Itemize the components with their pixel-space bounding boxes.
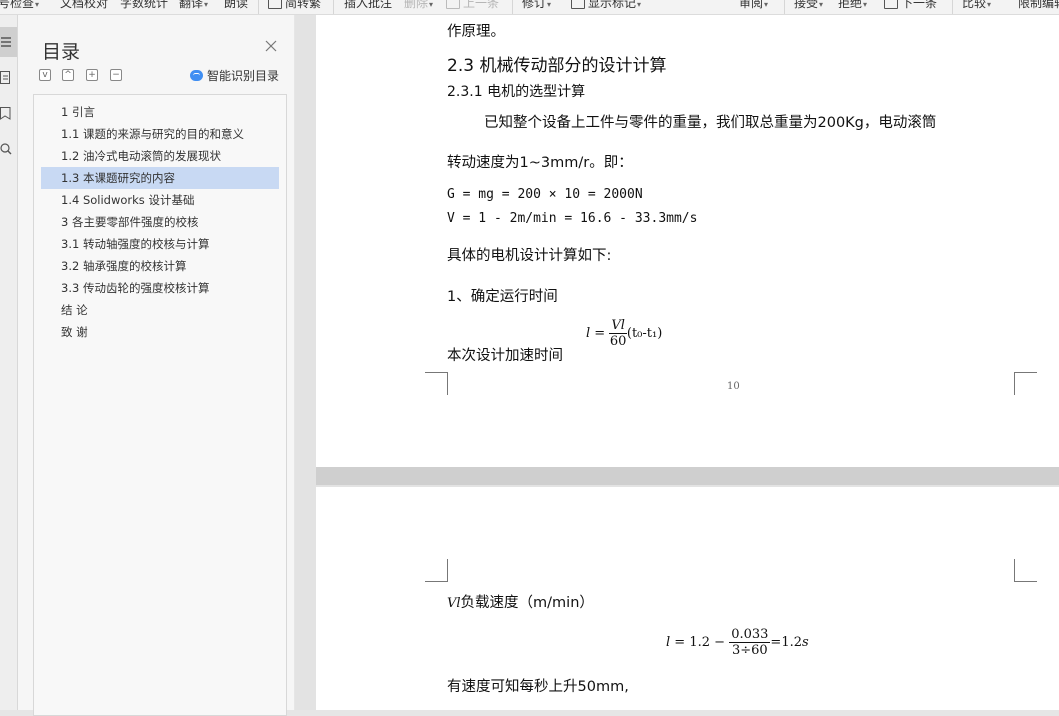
delete-comment-button[interactable]: 删除▾ [404,0,433,13]
document-canvas[interactable]: 作原理。 2.3 机械传动部分的设计计算 2.3.1 电机的选型计算 已知整个设… [295,15,1059,710]
close-icon[interactable] [264,39,278,53]
accept-button[interactable]: 接受▾ [794,0,823,13]
paragraph: 具体的电机设计计算如下: [447,248,612,264]
toc-list: 1 引言 1.1 课题的来源与研究的目的和意义 1.2 油冷式电动滚筒的发展现状… [33,94,287,716]
expand-up-button[interactable]: ^ [62,69,74,81]
read-aloud-button[interactable]: 朗读 [224,0,248,11]
document-page[interactable]: Vl负载速度（m/min） l = 1.2 − 0.033 3÷60 =1.2s 有… [316,487,1059,710]
toc-item[interactable]: 1.2 油冷式电动滚筒的发展现状 [41,145,279,167]
toc-panel: 目录 v ^ + − 智能识别目录 1 引言 1.1 课题的来源与研究的目的和意… [18,15,294,716]
track-changes-button[interactable]: 修订▾ [522,0,551,13]
review-button[interactable]: 审阅▾ [739,0,768,13]
find-icon [0,143,12,155]
smart-toc-button[interactable]: 智能识别目录 [190,67,279,84]
toc-item[interactable]: 结 论 [41,299,279,321]
insert-comment-button[interactable]: 插入批注 [344,0,392,11]
formula-line: V = 1 - 2m/min = 16.6 - 33.3mm/s [447,211,698,226]
paragraph: 已知整个设备上工件与零件的重量，我们取总重量为200Kg，电动滚筒 [484,115,937,131]
toc-item[interactable]: 3 各主要零部件强度的校核 [41,211,279,233]
text-fragment: 作原理。 [447,24,505,40]
paragraph: 有速度可知每秒上升50mm, [447,679,629,695]
page-separator [316,467,1059,485]
proofread-button[interactable]: 文档校对 [60,0,108,11]
paragraph: 本次设计加速时间 [447,348,563,364]
bookmark-button[interactable] [0,99,17,129]
previous-icon [446,0,460,9]
previous-comment-button[interactable]: 上一条 [446,0,499,11]
toc-item[interactable]: 3.1 转动轴强度的校核与计算 [41,233,279,255]
spell-check-button[interactable]: 号检查▾ [0,0,39,13]
paragraph: 1、确定运行时间 [447,289,558,305]
toc-item[interactable]: 3.2 轴承强度的校核计算 [41,255,279,277]
formula-line: G = mg = 200 × 10 = 2000N [447,187,643,202]
reject-button[interactable]: 拒绝▾ [838,0,867,13]
compare-button[interactable]: 比较▾ [962,0,991,13]
page-outline-icon [0,71,10,84]
find-button[interactable] [0,135,17,165]
smart-recognize-icon [190,70,203,81]
plus-icon: + [88,70,96,80]
chevron-down-icon: v [42,70,48,80]
remove-heading-button[interactable]: − [110,69,122,81]
navigation-rail [0,15,18,710]
toc-item[interactable]: 1 引言 [41,101,279,123]
section-heading: 2.3 机械传动部分的设计计算 [447,56,667,76]
paragraph: Vl负载速度（m/min） [447,595,594,611]
next-icon [884,0,898,9]
toc-item[interactable]: 致 谢 [41,321,279,343]
bookmark-icon [0,107,11,120]
next-change-button[interactable]: 下一条 [884,0,937,11]
toc-item-selected[interactable]: 1.3 本课题研究的内容 [41,167,279,189]
toc-panel-button[interactable] [0,27,17,57]
chevron-up-icon: ^ [64,70,72,80]
convert-icon [268,0,282,9]
toc-title: 目录 [42,41,81,63]
page-number: 10 [727,381,740,392]
markup-icon [571,0,585,9]
word-count-button[interactable]: 字数统计 [120,0,168,11]
translate-button[interactable]: 翻译▾ [179,0,208,13]
paragraph: 转动速度为1~3mm/r。即： [447,155,633,171]
equation: l = 1.2 − 0.033 3÷60 =1.2s [666,627,809,658]
minus-icon: − [112,70,120,80]
toc-icon [1,37,11,47]
page-outline-button[interactable] [0,63,17,93]
collapse-all-button[interactable]: v [39,69,51,81]
toc-item[interactable]: 1.4 Solidworks 设计基础 [41,189,279,211]
toc-item[interactable]: 3.3 传动齿轮的强度校核计算 [41,277,279,299]
equation: l = Vl 60 (t₀-t₁) [586,318,663,349]
restrict-editing-button[interactable]: 限制编辑 [1018,0,1059,11]
ribbon-toolbar: 号检查▾ 文档校对 字数统计 翻译▾ 朗读 简转繁 插入批注 删除▾ 上一条 修… [0,0,1059,15]
simplified-to-traditional-button[interactable]: 简转繁 [268,0,321,11]
subsection-heading: 2.3.1 电机的选型计算 [447,84,586,100]
toc-item[interactable]: 1.1 课题的来源与研究的目的和意义 [41,123,279,145]
add-heading-button[interactable]: + [86,69,98,81]
document-page[interactable]: 作原理。 2.3 机械传动部分的设计计算 2.3.1 电机的选型计算 已知整个设… [316,15,1059,467]
show-markup-button[interactable]: 显示标记▾ [571,0,641,13]
